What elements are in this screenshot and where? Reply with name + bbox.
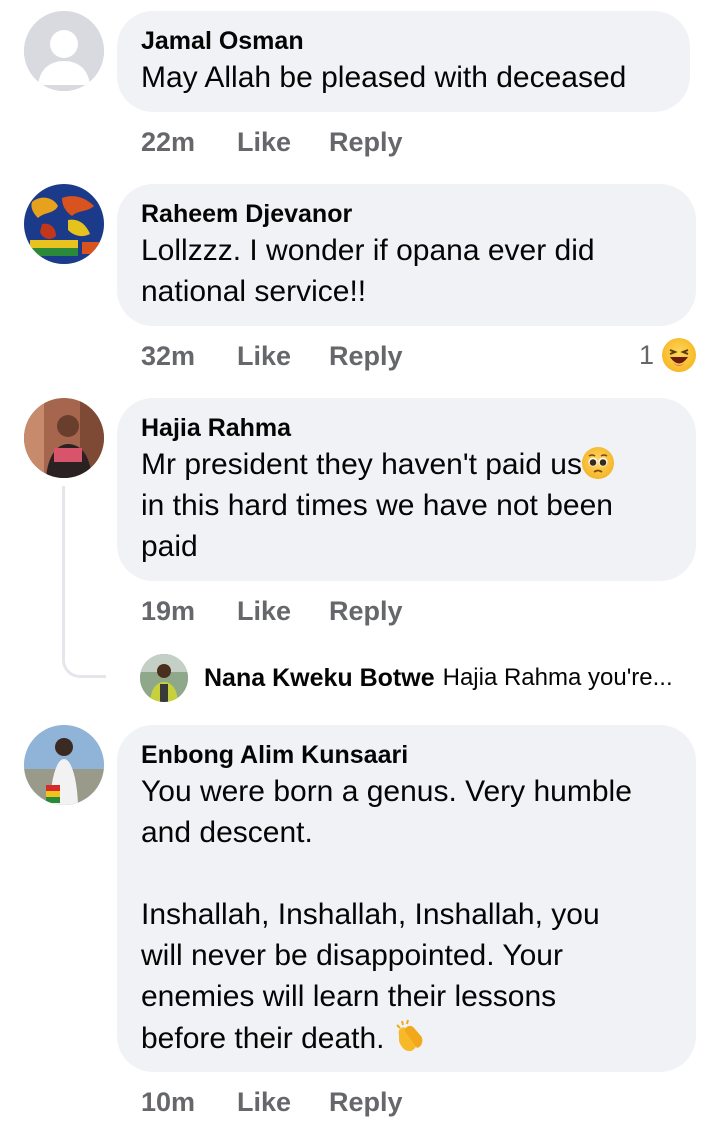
comment-text: May Allah be pleased with deceased xyxy=(141,61,627,94)
reply-text[interactable]: Hajia Rahma you're... xyxy=(443,664,673,692)
comment-bubble: Raheem Djevanor Lollzzz. I wonder if opa… xyxy=(117,184,696,326)
comment-text-line: Mr president they haven't paid us xyxy=(141,448,582,481)
like-button[interactable]: Like xyxy=(237,1087,329,1118)
comment-text-rest: in this hard times we have not been paid xyxy=(141,489,613,563)
default-avatar-icon xyxy=(24,11,104,91)
reply-button[interactable]: Reply xyxy=(329,341,403,372)
comment-bubble: Enbong Alim Kunsaari You were born a gen… xyxy=(117,725,696,1072)
comment-time[interactable]: 22m xyxy=(141,127,237,158)
like-button[interactable]: Like xyxy=(237,127,329,158)
comment-time[interactable]: 32m xyxy=(141,341,237,372)
comment-text: Lollzzz. I wonder if opana ever did nati… xyxy=(141,234,595,308)
comment-time[interactable]: 19m xyxy=(141,596,237,627)
comment-author[interactable]: Raheem Djevanor xyxy=(141,198,672,230)
comment-time[interactable]: 10m xyxy=(141,1087,237,1118)
clapping-hands-emoji-icon xyxy=(393,1017,427,1053)
person-photo-avatar-icon xyxy=(24,398,104,478)
reaction-count: 1 xyxy=(638,339,654,370)
reply-button[interactable]: Reply xyxy=(329,596,403,627)
thread-connector xyxy=(62,486,106,678)
comment-actions: 32m Like Reply xyxy=(141,336,403,376)
comment-text: You were born a genus. Very humble and d… xyxy=(141,771,672,1059)
comment-author[interactable]: Enbong Alim Kunsaari xyxy=(141,739,672,771)
avatar[interactable] xyxy=(140,654,188,702)
comment-actions: 22m Like Reply xyxy=(141,122,403,162)
like-button[interactable]: Like xyxy=(237,596,329,627)
avatar[interactable] xyxy=(24,398,104,478)
laughing-emoji-icon xyxy=(662,338,696,372)
comment-author[interactable]: Jamal Osman xyxy=(141,25,666,57)
avatar[interactable] xyxy=(24,725,104,805)
avatar[interactable] xyxy=(24,184,104,264)
reply-button[interactable]: Reply xyxy=(329,127,403,158)
comment-bubble: Hajia Rahma Mr president they haven't pa… xyxy=(117,398,696,581)
reply-preview-row[interactable]: Nana Kweku Botwe Hajia Rahma you're... xyxy=(140,654,673,702)
comment-actions: 19m Like Reply xyxy=(141,591,403,631)
person-photo-avatar-icon xyxy=(24,725,104,805)
reply-button[interactable]: Reply xyxy=(329,1087,403,1118)
reply-author[interactable]: Nana Kweku Botwe xyxy=(204,664,435,693)
pleading-face-emoji-icon xyxy=(581,447,614,479)
like-button[interactable]: Like xyxy=(237,341,329,372)
world-map-avatar-icon xyxy=(24,184,104,264)
comment-bubble: Jamal Osman May Allah be pleased with de… xyxy=(117,11,690,112)
comment-text: Mr president they haven't paid us in thi… xyxy=(141,444,672,567)
comment-text-body: You were born a genus. Very humble and d… xyxy=(141,775,632,1055)
avatar[interactable] xyxy=(24,11,104,91)
comment-author[interactable]: Hajia Rahma xyxy=(141,412,672,444)
comment-actions: 10m Like Reply xyxy=(141,1082,403,1122)
person-photo-avatar-icon xyxy=(140,654,188,702)
reaction-summary[interactable]: 1 xyxy=(639,338,696,372)
